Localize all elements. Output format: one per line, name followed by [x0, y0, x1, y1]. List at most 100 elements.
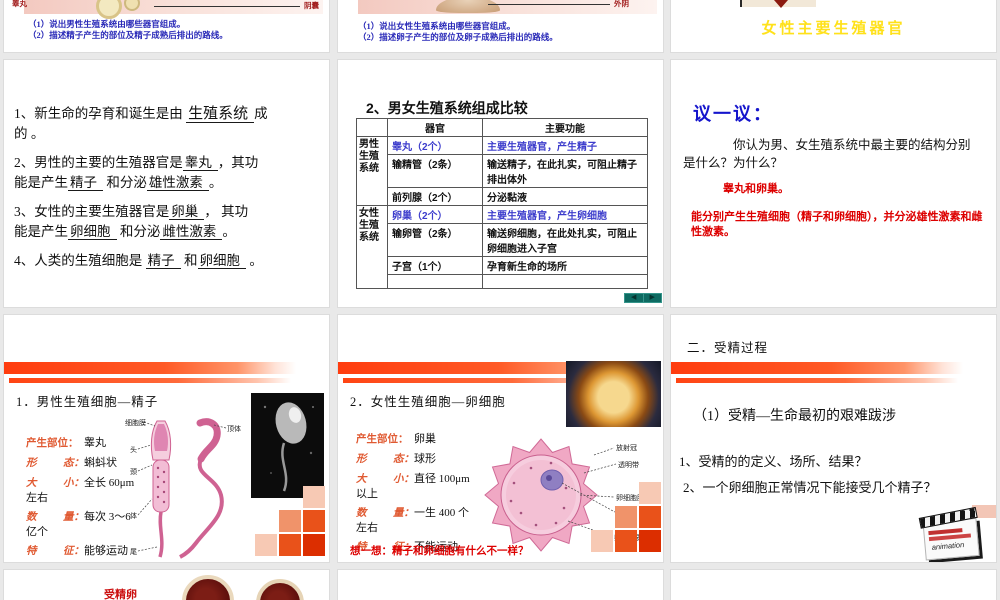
organ-cell: 输精管（2条）	[387, 154, 483, 188]
attr-value: 睾丸	[84, 437, 106, 449]
table-row: 前列腺（2个） 分泌黏液	[357, 187, 648, 206]
header-row: 器官 主要功能	[356, 118, 648, 137]
row-group-female: 女性生殖系统	[356, 205, 388, 289]
func-cell: 输送卵细胞，在此处扎实，可阻止卵细胞进入子宫	[482, 223, 648, 257]
slide-nav-widget: ◀ ▶	[624, 293, 662, 303]
table-row: 女性生殖系统 卵巢（2个） 主要生殖器官，产生卵细胞	[356, 205, 648, 289]
slide-male-objectives[interactable]: 睾丸 阴囊 （1）说出男性生殖系统由哪些器官组成。 （2）描述精子产生的部位及精…	[4, 0, 329, 52]
animation-label: animation	[931, 540, 965, 552]
anatomy-dome-drawing	[436, 0, 500, 13]
discussion-title: 议一议：	[693, 104, 773, 124]
attr-value: 一生 400 个	[414, 507, 469, 519]
slide-sperm-cell[interactable]: 1．男性生殖细胞—精子 细胞膜 顶体 头 颈 体 尾 产生部位： 睾丸 形 态：…	[4, 315, 329, 562]
discussion-answer-2: 能分别产生生殖细胞（精子和卵细胞），并分泌雄性激素和雌性激素。	[691, 211, 983, 238]
quiz-q1: 1、新生命的孕育和诞生是由 生殖系统成的 。	[14, 106, 268, 141]
row-group-male: 男性生殖系统	[356, 136, 388, 206]
label-vulva: 外阴	[614, 0, 629, 8]
organ-cell: 前列腺（2个）	[387, 187, 483, 206]
label-corona: 放射冠	[616, 443, 637, 452]
next-slide-icon[interactable]: ▶	[643, 294, 661, 302]
organ-cell: 睾丸（2个）	[387, 136, 483, 155]
accent-bar	[4, 362, 296, 374]
blank-answer: 睾丸	[182, 155, 218, 171]
quiz-q4: 4、人类的生殖细胞是 精子 和卵细胞 。	[14, 253, 263, 269]
function-header: 主要功能	[482, 118, 648, 137]
organ-header: 器官	[387, 118, 483, 137]
label-line	[488, 4, 610, 5]
male-anatomy-image	[24, 0, 323, 19]
slide-fertilization[interactable]: 二．受精过程 （1）受精—生命最初的艰难跋涉 1、受精的的定义、场所、结果？ 2…	[671, 315, 996, 562]
label-scrotum: 阴囊	[304, 1, 319, 10]
comparison-table: 器官 主要功能 男性生殖系统 睾丸（2个） 主要生殖器官，产生精子 输精管（2条…	[356, 118, 648, 289]
subtitle: （1）受精—生命最初的艰难跋涉	[693, 409, 896, 424]
objective-1: （1）说出女性生殖系统由哪些器官组成。	[358, 21, 516, 31]
blank-answer: 精子	[68, 175, 103, 191]
organ-cell: 卵巢（2个）	[387, 205, 483, 224]
uterus-shape	[774, 0, 788, 8]
uterus-image	[740, 0, 816, 8]
quiz-q2: 2、男性的主要的生殖器官是 睾丸 ，其功 能是产生 精子 和分泌 雄性激素。	[14, 155, 259, 191]
slide-quiz[interactable]: 1、新生命的孕育和诞生是由 生殖系统成的 。 2、男性的主要的生殖器官是 睾丸 ，其…	[4, 60, 329, 307]
objective-1: （1）说出男性生殖系统由哪些器官组成。	[28, 19, 186, 29]
slide-female-objectives[interactable]: 外阴 （1）说出女性生殖系统由哪些器官组成。 （2）描述卵子产生的部位及卵子成熟…	[338, 0, 663, 52]
label-line	[154, 6, 300, 7]
objective-2: （2）描述精子产生的部位及精子成熟后排出的路线。	[28, 30, 228, 40]
blank-answer: 生殖系统	[186, 106, 255, 123]
table-row: 输卵管（2条） 输送卵细胞，在此处扎实，可阻止卵细胞进入子宫	[357, 223, 648, 257]
table-row-empty	[357, 274, 648, 289]
attr-value: 卵巢	[414, 433, 436, 445]
egg-photo	[566, 361, 661, 427]
slide-egg-cell[interactable]: 2．女性生殖细胞—卵细胞 放射冠 透明带 卵细胞膜 核 卵细胞质	[338, 315, 663, 562]
discussion-question: 你认为男、女生殖系统中最主要的结构分别是什么？为什么？	[683, 138, 971, 170]
slide-female-organs-title[interactable]: 女性主要生殖器官	[671, 0, 996, 52]
objective-2: （2）描述卵子产生的部位及卵子成熟后排出的路线。	[358, 32, 558, 42]
table-title: 2、男女生殖系统组成比较	[366, 100, 528, 116]
prev-slide-icon[interactable]: ◀	[625, 294, 643, 302]
slide-comparison-table[interactable]: 2、男女生殖系统组成比较 器官 主要功能 男性生殖系统 睾丸（2个） 主要生殖器…	[338, 60, 663, 307]
slide-blank[interactable]	[671, 570, 996, 600]
slide-discussion[interactable]: 议一议： 你认为男、女生殖系统中最主要的结构分别是什么？为什么？ 睾丸和卵巢。 …	[671, 60, 996, 307]
accent-bar	[671, 362, 963, 374]
organ-cell	[387, 274, 483, 289]
attr-value-wrap: 左右	[356, 522, 378, 534]
blank-answer: 雄性激素	[146, 175, 209, 191]
blank-answer: 卵巢	[169, 204, 205, 220]
attr-label: 产生部位：	[26, 437, 79, 449]
blank-answer: 卵细胞	[197, 253, 246, 269]
label-cell-membrane: 细胞膜	[125, 418, 146, 427]
attr-value: 每次 3～6	[84, 511, 131, 523]
clapperboard-red-line	[928, 533, 972, 542]
table-row: 输精管（2条） 输送精子，在此扎实，可阻止精子排出体外	[357, 154, 648, 188]
label-testis: 睾丸	[12, 0, 27, 8]
slide-zygote[interactable]: 受精卵	[4, 570, 329, 600]
attr-value: 直径 100μm	[414, 473, 470, 485]
question-1: 1、受精的的定义、场所、结果？	[679, 454, 868, 469]
question-2: 2、一个卵细胞正常情况下能接受几个精子？	[683, 480, 937, 495]
animation-clapperboard-icon[interactable]: animation	[918, 506, 984, 562]
quiz-text: 1、新生命的孕育和诞生是由 生殖系统成的 。 2、男性的主要的生殖器官是 睾丸 ，其…	[14, 104, 320, 280]
blank-answer: 卵细胞	[68, 224, 117, 240]
table-row: 子宫（1个） 孕育新生命的场所	[357, 256, 648, 275]
blank-answer: 雌性激素	[160, 224, 223, 240]
decoration-squares	[591, 482, 661, 552]
sperm-attributes: 产生部位： 睾丸 形态： 蝌蚪状 大小： 全长 60μm 左右 数量： 每次 3～6 亿…	[26, 437, 186, 562]
label-acrosome: 顶体	[227, 424, 241, 433]
func-cell	[482, 274, 648, 289]
attr-value-wrap: 亿个	[26, 526, 48, 538]
organ-cell: 输卵管（2条）	[387, 223, 483, 257]
decoration-squares	[255, 486, 325, 556]
sperm-photo	[251, 393, 324, 498]
egg-attributes: 产生部位： 卵巢 形态： 球形 大小： 直径 100μm 以上 数量： 一生 400 个…	[356, 433, 516, 561]
accent-bar-thin	[9, 378, 291, 383]
testis-drawing	[96, 0, 122, 19]
slide-title: 2．女性生殖细胞—卵细胞	[350, 395, 506, 409]
attr-value-wrap: 以上	[356, 488, 378, 500]
slide-title: 二．受精过程	[687, 341, 769, 355]
corner-cell	[356, 118, 388, 137]
slide-blank[interactable]	[338, 570, 663, 600]
func-cell: 孕育新生命的场所	[482, 256, 648, 275]
blank-answer: 精子	[145, 253, 181, 269]
table-row: 男性生殖系统 睾丸（2个） 主要生殖器官，产生精子	[356, 136, 648, 206]
attr-value: 蝌蚪状	[84, 457, 117, 469]
func-cell: 主要生殖器官，产生卵细胞	[482, 205, 648, 224]
